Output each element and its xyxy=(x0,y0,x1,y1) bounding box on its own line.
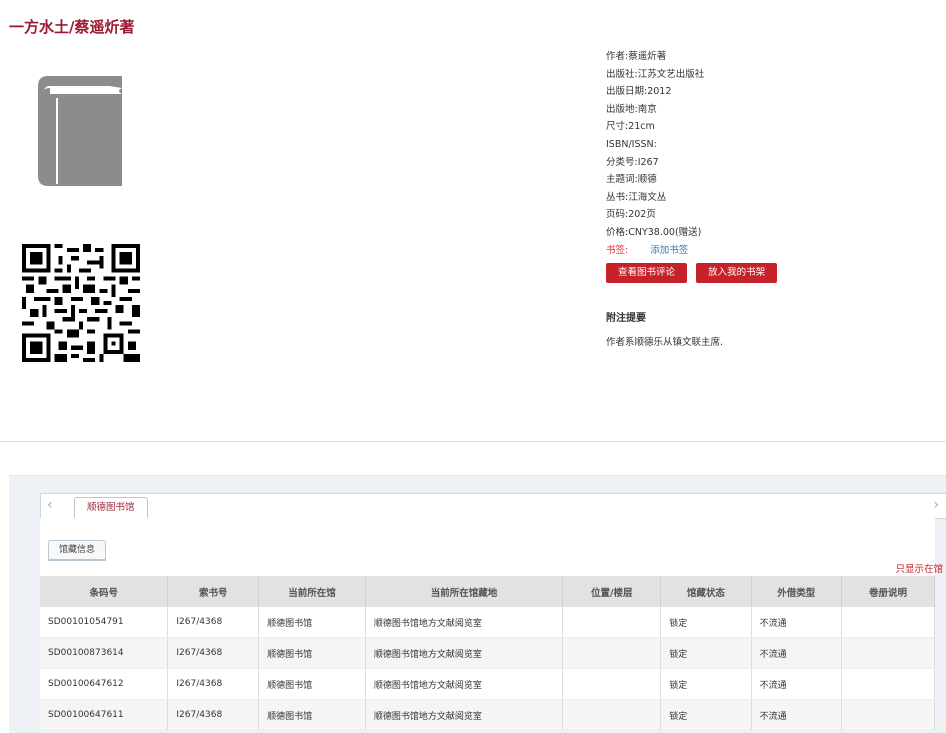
holdings-panel: ‹ 顺德图书馆 › 馆藏信息 只显示在馆 条码号 索书号 当前所在馆 当前所在馆藏地位… xyxy=(9,475,946,733)
add-to-shelf-button[interactable]: 放入我的书架 xyxy=(696,263,778,283)
table-cell: SD00100647611 xyxy=(40,699,169,731)
meta-line: 出版地:南京 xyxy=(606,101,936,119)
meta-label: 出版日期: xyxy=(606,86,648,98)
table-cell xyxy=(562,668,662,700)
meta-value: 顺德 xyxy=(637,174,657,186)
bookmark-label: 书签: xyxy=(606,244,629,256)
table-cell: 顺德图书馆地方文献阅览室 xyxy=(365,699,564,731)
table-cell: I267/4368 xyxy=(167,637,260,669)
holdings-table: 条码号 索书号 当前所在馆 当前所在馆藏地 位置/楼层 馆藏状态 外借类型 卷册说明 SD00… xyxy=(40,576,936,731)
table-cell: 锁定 xyxy=(660,668,752,700)
column-header[interactable]: 索书号 xyxy=(167,576,260,607)
table-cell xyxy=(562,637,662,669)
meta-value: 202页 xyxy=(628,209,656,221)
meta-value: 江苏文艺出版社 xyxy=(637,68,705,80)
meta-label: 页码: xyxy=(606,209,629,221)
meta-label: 作者: xyxy=(606,51,629,62)
table-cell: 顺德图书馆 xyxy=(258,668,366,700)
table-cell: 不流通 xyxy=(751,699,842,731)
library-tab-bar: ‹ 顺德图书馆 › xyxy=(40,493,946,519)
table-cell xyxy=(841,699,936,731)
meta-label: 分类号: xyxy=(606,156,638,168)
meta-line: 价格:CNY38.00(赠送) xyxy=(606,224,936,242)
notes-text: 作者系顺德乐从镇文联主席. xyxy=(606,337,724,348)
table-cell: SD00101054791 xyxy=(40,607,169,638)
table-cell: SD00100873614 xyxy=(40,637,169,669)
meta-label: 出版地: xyxy=(606,103,638,115)
table-row: SD00100647611 I267/4368 顺德图书馆 顺德图书馆地方文献阅览室 锁… xyxy=(40,699,936,731)
meta-label: 价格: xyxy=(606,226,629,238)
meta-value: 蔡遥炘著 xyxy=(628,51,667,62)
table-cell: SD00100647612 xyxy=(40,668,169,700)
divider xyxy=(0,441,946,442)
meta-value: I267 xyxy=(637,156,659,168)
table-cell: 顺德图书馆地方文献阅览室 xyxy=(365,637,564,669)
bookmark-line: 书签: 添加书签 xyxy=(606,242,936,260)
view-reviews-button[interactable]: 查看图书评论 xyxy=(606,263,687,283)
table-cell: 顺德图书馆地方文献阅览室 xyxy=(365,668,564,700)
column-header[interactable]: 位置/楼层 xyxy=(562,576,662,607)
tab-holdings-info[interactable]: 馆藏信息 xyxy=(48,540,107,561)
meta-line: 主题词:顺德 xyxy=(606,171,936,189)
meta-line: 出版日期:2012 xyxy=(606,83,936,101)
table-cell xyxy=(841,637,936,669)
table-cell xyxy=(562,607,662,638)
table-cell: I267/4368 xyxy=(167,668,260,700)
only-available-link[interactable]: 只显示在馆 xyxy=(895,561,943,575)
chevron-left-icon[interactable]: ‹ xyxy=(47,497,53,513)
table-cell: 不流通 xyxy=(751,668,842,700)
table-row: SD00101054791 I267/4368 顺德图书馆 顺德图书馆地方文献阅览室 锁… xyxy=(40,607,936,638)
column-header[interactable]: 卷册说明 xyxy=(841,576,936,607)
column-header[interactable]: 当前所在馆 xyxy=(258,576,366,607)
table-cell: I267/4368 xyxy=(167,607,260,638)
chevron-right-icon[interactable]: › xyxy=(933,497,939,513)
meta-value: 江海文丛 xyxy=(628,191,667,203)
qr-code-icon xyxy=(22,244,140,362)
meta-line: 页码:202页 xyxy=(606,206,936,224)
book-metadata: 作者:蔡遥炘著 出版社:江苏文艺出版社 出版日期:2012 出版地:南京 尺寸:21cm… xyxy=(606,48,936,259)
meta-line: 丛书:江海文丛 xyxy=(606,189,936,207)
column-header[interactable]: 外借类型 xyxy=(751,576,842,607)
notes-heading: 附注提要 xyxy=(606,313,646,324)
table-cell xyxy=(841,668,936,700)
table-cell: 不流通 xyxy=(751,637,842,669)
meta-label: 出版社: xyxy=(606,68,638,80)
tab-library[interactable]: 顺德图书馆 xyxy=(74,497,148,518)
meta-label: 丛书: xyxy=(606,191,629,203)
table-cell xyxy=(562,699,662,731)
meta-line: 分类号:I267 xyxy=(606,154,936,172)
meta-label: 主题词: xyxy=(606,174,638,186)
meta-line: 尺寸:21cm xyxy=(606,118,936,136)
table-cell: 锁定 xyxy=(660,637,752,669)
table-cell: 顺德图书馆 xyxy=(258,637,366,669)
meta-line: 出版社:江苏文艺出版社 xyxy=(606,66,936,84)
meta-value: 21cm xyxy=(628,121,655,133)
table-cell: 锁定 xyxy=(660,699,752,731)
table-cell: 顺德图书馆地方文献阅览室 xyxy=(365,607,564,638)
meta-line: ISBN/ISSN: xyxy=(606,136,936,154)
column-header[interactable]: 条码号 xyxy=(40,576,169,607)
table-cell: 顺德图书馆 xyxy=(258,699,366,731)
meta-value: 南京 xyxy=(637,103,657,115)
table-cell: 顺德图书馆 xyxy=(258,607,366,638)
meta-value: 2012 xyxy=(647,86,672,98)
meta-label: 尺寸: xyxy=(606,121,629,133)
table-cell: 不流通 xyxy=(751,607,842,638)
book-title: 一方水土/蔡遥炘著 xyxy=(9,18,135,36)
meta-value: CNY38.00(赠送) xyxy=(628,226,702,238)
meta-line: 作者:蔡遥炘著 xyxy=(606,48,936,66)
meta-label: ISBN/ISSN: xyxy=(606,138,657,150)
book-icon xyxy=(38,76,122,186)
add-bookmark-link[interactable]: 添加书签 xyxy=(650,245,688,256)
table-cell: I267/4368 xyxy=(167,699,260,731)
column-header[interactable]: 馆藏状态 xyxy=(660,576,752,607)
table-row: SD00100647612 I267/4368 顺德图书馆 顺德图书馆地方文献阅览室 锁… xyxy=(40,668,936,700)
action-buttons: 查看图书评论 放入我的书架 xyxy=(606,263,783,283)
column-header[interactable]: 当前所在馆藏地 xyxy=(365,576,564,607)
table-row: SD00100873614 I267/4368 顺德图书馆 顺德图书馆地方文献阅览室 锁… xyxy=(40,637,936,669)
table-cell xyxy=(841,607,936,638)
holdings-content: 馆藏信息 只显示在馆 条码号 索书号 当前所在馆 当前所在馆藏地 位置/楼层 馆藏状态 外借… xyxy=(40,518,943,731)
table-cell: 锁定 xyxy=(660,607,752,638)
